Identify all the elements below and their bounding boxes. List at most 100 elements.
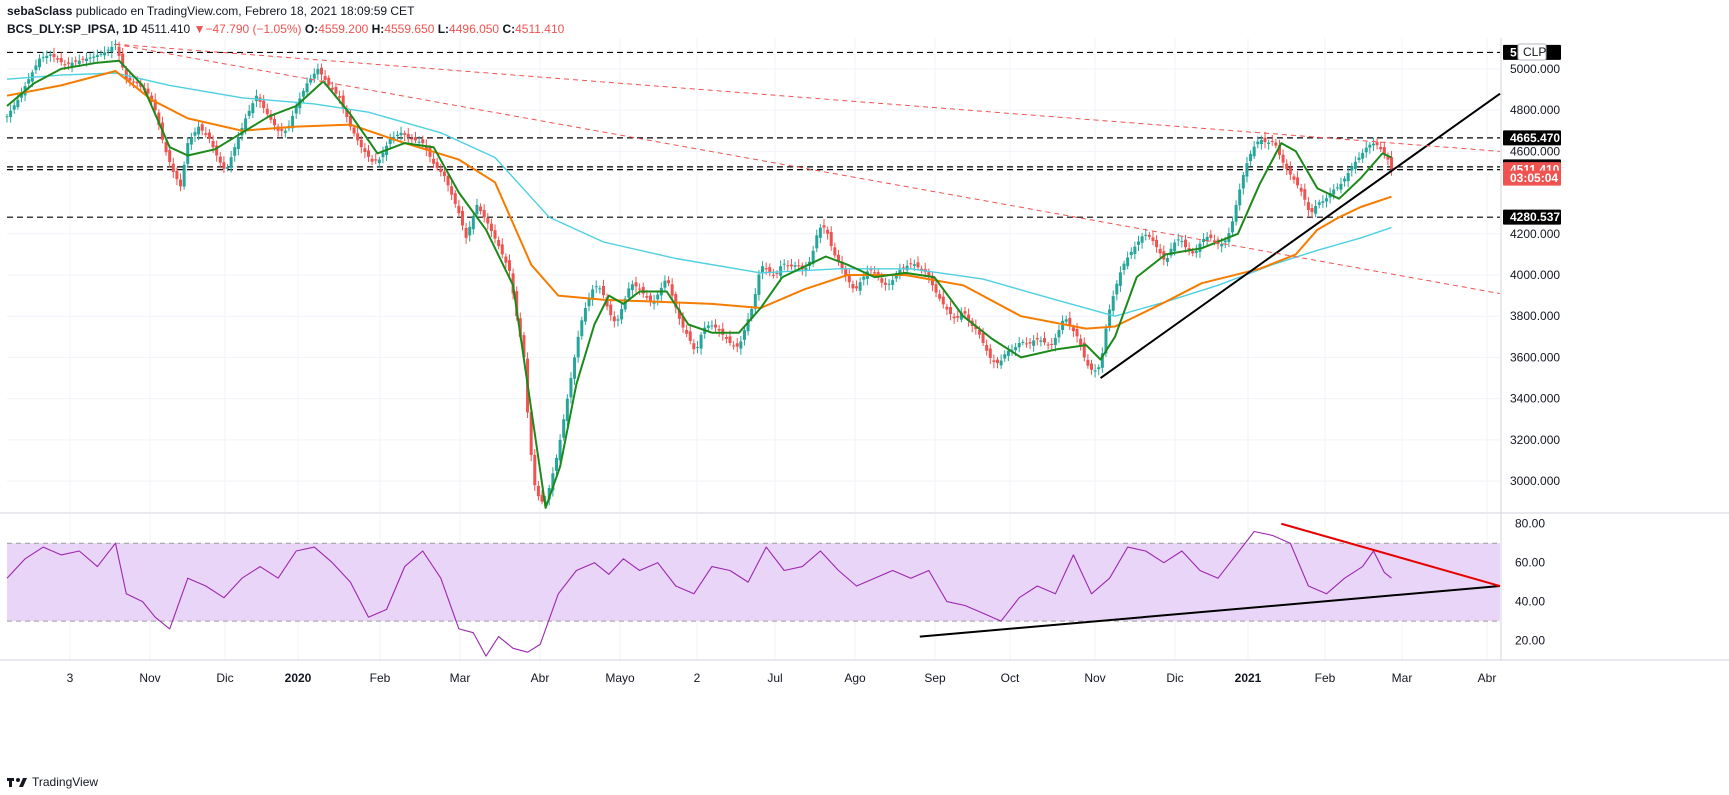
candle [312, 73, 316, 79]
candle [59, 57, 63, 63]
candle [1129, 251, 1133, 256]
candle [768, 267, 772, 273]
time-axis-tick-label: Dic [1166, 671, 1183, 685]
candle [486, 217, 490, 224]
candle [507, 260, 511, 271]
candle [265, 108, 269, 115]
candle [1108, 309, 1112, 328]
candle [95, 55, 99, 57]
candle [858, 282, 862, 291]
candle [1317, 202, 1321, 205]
time-axis-tick-label: Feb [370, 671, 391, 685]
candle [1267, 142, 1271, 145]
candle [938, 294, 942, 299]
candle [1006, 350, 1010, 356]
price-tag-label: 4665.470 [1510, 131, 1560, 145]
candle [1155, 239, 1159, 248]
chart-area[interactable]: 5000.000 4800.000 4600.000 4200.000 4000.000… [0, 0, 1729, 795]
candle [1241, 175, 1245, 189]
candle [1176, 239, 1180, 241]
candle [1375, 142, 1379, 146]
candle [27, 79, 31, 84]
candle [641, 286, 645, 294]
candle [1180, 240, 1184, 242]
candle [200, 124, 204, 131]
candle [1263, 137, 1267, 143]
candle [406, 133, 410, 137]
candle [855, 286, 859, 289]
candle [92, 56, 96, 58]
candle [1097, 367, 1101, 370]
candle [1324, 198, 1328, 202]
candle [992, 360, 996, 363]
candle [34, 65, 38, 71]
candle [1035, 338, 1039, 340]
price-axis-tick-label: 3000.000 [1510, 474, 1560, 488]
ema-fast-line [6, 59, 1392, 509]
currency-badge-label: CLP [1523, 45, 1546, 59]
candle [363, 148, 367, 153]
candle [12, 105, 16, 110]
candle [887, 283, 891, 285]
candle [489, 223, 493, 232]
candle [829, 232, 833, 247]
time-axis-tick-label: 2020 [285, 671, 312, 685]
candle [413, 137, 417, 141]
candle [338, 96, 342, 98]
candle [793, 265, 797, 267]
candle [48, 54, 52, 56]
candle [996, 359, 1000, 364]
candle [1339, 183, 1343, 190]
ema-slow-line [6, 72, 1392, 317]
candle [229, 157, 233, 168]
candle [81, 58, 85, 60]
candle [197, 126, 201, 135]
candle [1223, 240, 1227, 243]
candle [432, 158, 436, 164]
candle [446, 175, 450, 186]
candle [301, 90, 305, 97]
candle [1071, 327, 1075, 332]
candle [374, 159, 378, 161]
candle [1003, 354, 1007, 359]
candle [981, 333, 985, 344]
candle [1346, 172, 1350, 182]
candle [38, 58, 42, 68]
candle [1039, 340, 1043, 342]
candle [479, 206, 483, 212]
candle [956, 316, 960, 318]
candle [305, 83, 309, 93]
candle [450, 186, 454, 195]
candle [110, 46, 114, 52]
rsi-axis-tick-label: 40.00 [1515, 595, 1545, 609]
candle [352, 127, 356, 134]
candle [179, 179, 183, 187]
candle [330, 87, 334, 90]
candle [244, 118, 248, 131]
time-axis-tick-label: Abr [531, 671, 550, 685]
candle [370, 158, 374, 162]
candle [1306, 202, 1310, 211]
rsi-axis-tick-label: 20.00 [1515, 634, 1545, 648]
candle [1285, 163, 1289, 169]
candle [757, 274, 761, 295]
candle [670, 284, 674, 296]
time-axis-tick-label: Ago [844, 671, 866, 685]
candle [797, 265, 801, 267]
candle [851, 283, 855, 289]
candle [1061, 320, 1065, 330]
time-axis-tick-label: Nov [139, 671, 160, 685]
candle [1136, 241, 1140, 245]
candle [1111, 296, 1115, 311]
candle [262, 100, 266, 109]
candle [1118, 272, 1122, 286]
tradingview-logo-icon [7, 778, 27, 787]
candle [1314, 205, 1318, 214]
candle [457, 205, 461, 214]
candle [533, 454, 537, 486]
candle [63, 64, 67, 66]
candle [323, 76, 327, 80]
candle [952, 316, 956, 319]
candle [251, 103, 255, 114]
candle [1115, 283, 1119, 295]
